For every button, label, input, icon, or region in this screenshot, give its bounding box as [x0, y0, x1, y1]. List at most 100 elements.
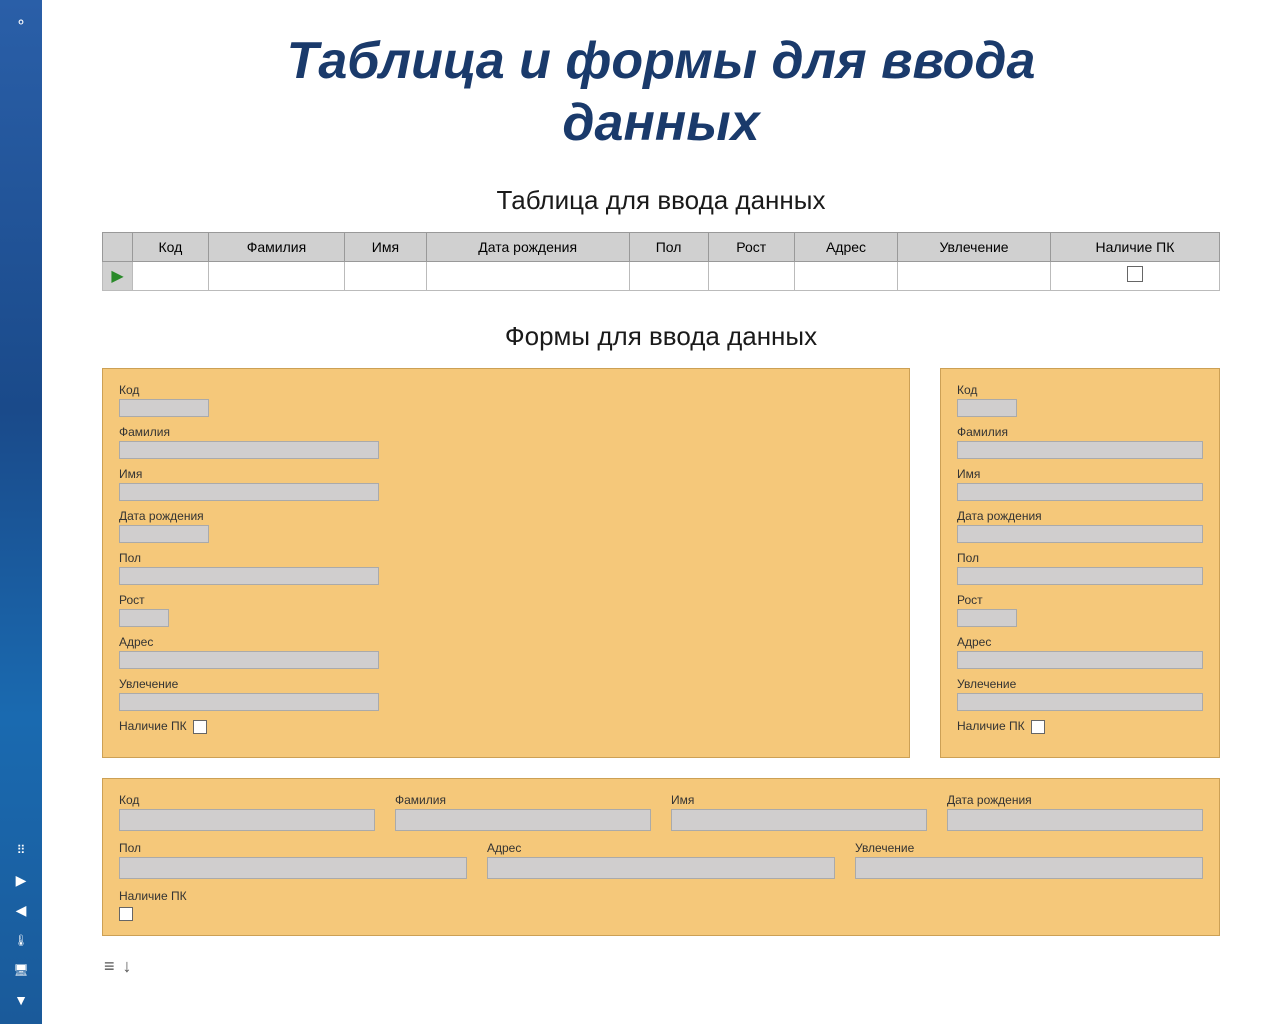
table-cell-imya[interactable]: [345, 261, 427, 290]
form-right-familiya-input[interactable]: [957, 441, 1203, 459]
form-wide-data-label: Дата рождения: [947, 793, 1203, 807]
form-right-pol-field: Пол: [957, 551, 1203, 585]
page-title: Таблица и формы для ввода данных: [102, 30, 1220, 155]
form-left-data-label: Дата рождения: [119, 509, 893, 523]
form-right-imya-input[interactable]: [957, 483, 1203, 501]
form-wide-adres-input[interactable]: [487, 857, 835, 879]
form-left-imya-input[interactable]: [119, 483, 379, 501]
form-right-adres-input[interactable]: [957, 651, 1203, 669]
form-left-pk-label: Наличие ПК: [119, 719, 187, 733]
form-right-data-input[interactable]: [957, 525, 1203, 543]
form-left-adres-input[interactable]: [119, 651, 379, 669]
form-wide-familiya-input[interactable]: [395, 809, 651, 831]
form-wide-adres-field: Адрес: [487, 841, 835, 879]
form-wide-imya-field: Имя: [671, 793, 927, 831]
form-wide-data-input[interactable]: [947, 809, 1203, 831]
table-cell-pk[interactable]: [1050, 261, 1219, 290]
table-cell-data[interactable]: [426, 261, 629, 290]
form-right-pol-label: Пол: [957, 551, 1203, 565]
form-right-uvlechenie-label: Увлечение: [957, 677, 1203, 691]
form-wide-familiya-field: Фамилия: [395, 793, 651, 831]
table-cell-pol[interactable]: [629, 261, 708, 290]
form-wide-kod-label: Код: [119, 793, 375, 807]
form-left-pol-input[interactable]: [119, 567, 379, 585]
form-left-pol-label: Пол: [119, 551, 893, 565]
form-right-uvlechenie-input[interactable]: [957, 693, 1203, 711]
table-cell-familiya[interactable]: [208, 261, 344, 290]
form-right-pk-label: Наличие ПК: [957, 719, 1025, 733]
sidebar-grid-icon[interactable]: ⠿: [9, 838, 33, 862]
table-cell-uvlechenie[interactable]: [898, 261, 1051, 290]
sidebar: ⚬ ⠿ ▶ ◀ 🌡 🖥 ▼: [0, 0, 42, 1024]
forms-row-top: Код Фамилия Имя Дата рождения Пол: [102, 368, 1220, 758]
table-row-nav: ▶: [103, 261, 133, 290]
form-right-familiya-label: Фамилия: [957, 425, 1203, 439]
form-wide-familiya-label: Фамилия: [395, 793, 651, 807]
form-left-uvlechenie-field: Увлечение: [119, 677, 893, 711]
form-left-rost-input[interactable]: [119, 609, 169, 627]
bottom-icon-right[interactable]: ↓: [123, 956, 132, 977]
form-left-pk-field: Наличие ПК: [119, 719, 893, 735]
forms-section: Формы для ввода данных Код Фамилия Имя: [102, 321, 1220, 936]
form-wide-imya-input[interactable]: [671, 809, 927, 831]
form-right-kod-field: Код: [957, 383, 1203, 417]
form-left-data-input[interactable]: [119, 525, 209, 543]
data-table: Код Фамилия Имя Дата рождения Пол Рост А…: [102, 232, 1220, 291]
form-wide-row1: Код Фамилия Имя Дата рождения: [119, 793, 1203, 831]
form-wide-pk-label: Наличие ПК: [119, 889, 187, 903]
form-wide: Код Фамилия Имя Дата рождения: [102, 778, 1220, 936]
form-right-pol-input[interactable]: [957, 567, 1203, 585]
nav-arrow-icon: ▶: [111, 268, 123, 285]
form-left-kod-input[interactable]: [119, 399, 209, 417]
form-wide-adres-label: Адрес: [487, 841, 835, 855]
table-header-familiya: Фамилия: [208, 232, 344, 261]
table-row: ▶: [103, 261, 1220, 290]
table-section-title: Таблица для ввода данных: [102, 185, 1220, 216]
form-left-uvlechenie-label: Увлечение: [119, 677, 893, 691]
form-left-familiya-input[interactable]: [119, 441, 379, 459]
form-wide-imya-label: Имя: [671, 793, 927, 807]
form-right-rost-input[interactable]: [957, 609, 1017, 627]
form-wide-pk-field: Наличие ПК: [119, 889, 1203, 905]
form-left-kod-label: Код: [119, 383, 893, 397]
form-right-imya-field: Имя: [957, 467, 1203, 501]
form-right-pk-field: Наличие ПК: [957, 719, 1203, 735]
form-right-pk-checkbox[interactable]: [1031, 720, 1045, 734]
bottom-icon-left[interactable]: ≡: [104, 956, 115, 977]
form-left-adres-label: Адрес: [119, 635, 893, 649]
form-left-pk-checkbox[interactable]: [193, 720, 207, 734]
form-right-imya-label: Имя: [957, 467, 1203, 481]
sidebar-thermo[interactable]: 🌡: [9, 928, 33, 952]
form-left-uvlechenie-input[interactable]: [119, 693, 379, 711]
form-right-data-field: Дата рождения: [957, 509, 1203, 543]
form-left: Код Фамилия Имя Дата рождения Пол: [102, 368, 910, 758]
table-header-imya: Имя: [345, 232, 427, 261]
form-wide-pol-input[interactable]: [119, 857, 467, 879]
table-cell-adres[interactable]: [794, 261, 897, 290]
sidebar-monitor[interactable]: 🖥: [9, 958, 33, 982]
form-left-familiya-field: Фамилия: [119, 425, 893, 459]
sidebar-arrow-down[interactable]: ▼: [9, 988, 33, 1012]
form-left-imya-field: Имя: [119, 467, 893, 501]
form-wide-uvlechenie-input[interactable]: [855, 857, 1203, 879]
form-right-kod-input[interactable]: [957, 399, 1017, 417]
bottom-icons: ≡ ↓: [102, 956, 1220, 977]
form-left-adres-field: Адрес: [119, 635, 893, 669]
sidebar-arrow-right[interactable]: ▶: [9, 868, 33, 892]
table-header-kod: Код: [133, 232, 209, 261]
form-right-kod-label: Код: [957, 383, 1203, 397]
sidebar-icon-1[interactable]: ⚬: [9, 10, 33, 34]
form-wide-pk-checkbox-row: [119, 907, 1203, 921]
form-left-pol-field: Пол: [119, 551, 893, 585]
sidebar-arrow-left[interactable]: ◀: [9, 898, 33, 922]
form-right-uvlechenie-field: Увлечение: [957, 677, 1203, 711]
table-pk-checkbox[interactable]: [1127, 266, 1143, 282]
table-cell-kod[interactable]: [133, 261, 209, 290]
form-wide-pol-field: Пол: [119, 841, 467, 879]
form-wide-pk-checkbox[interactable]: [119, 907, 133, 921]
form-right-rost-field: Рост: [957, 593, 1203, 627]
form-right-adres-field: Адрес: [957, 635, 1203, 669]
form-wide-kod-input[interactable]: [119, 809, 375, 831]
form-right-adres-label: Адрес: [957, 635, 1203, 649]
table-cell-rost[interactable]: [708, 261, 794, 290]
